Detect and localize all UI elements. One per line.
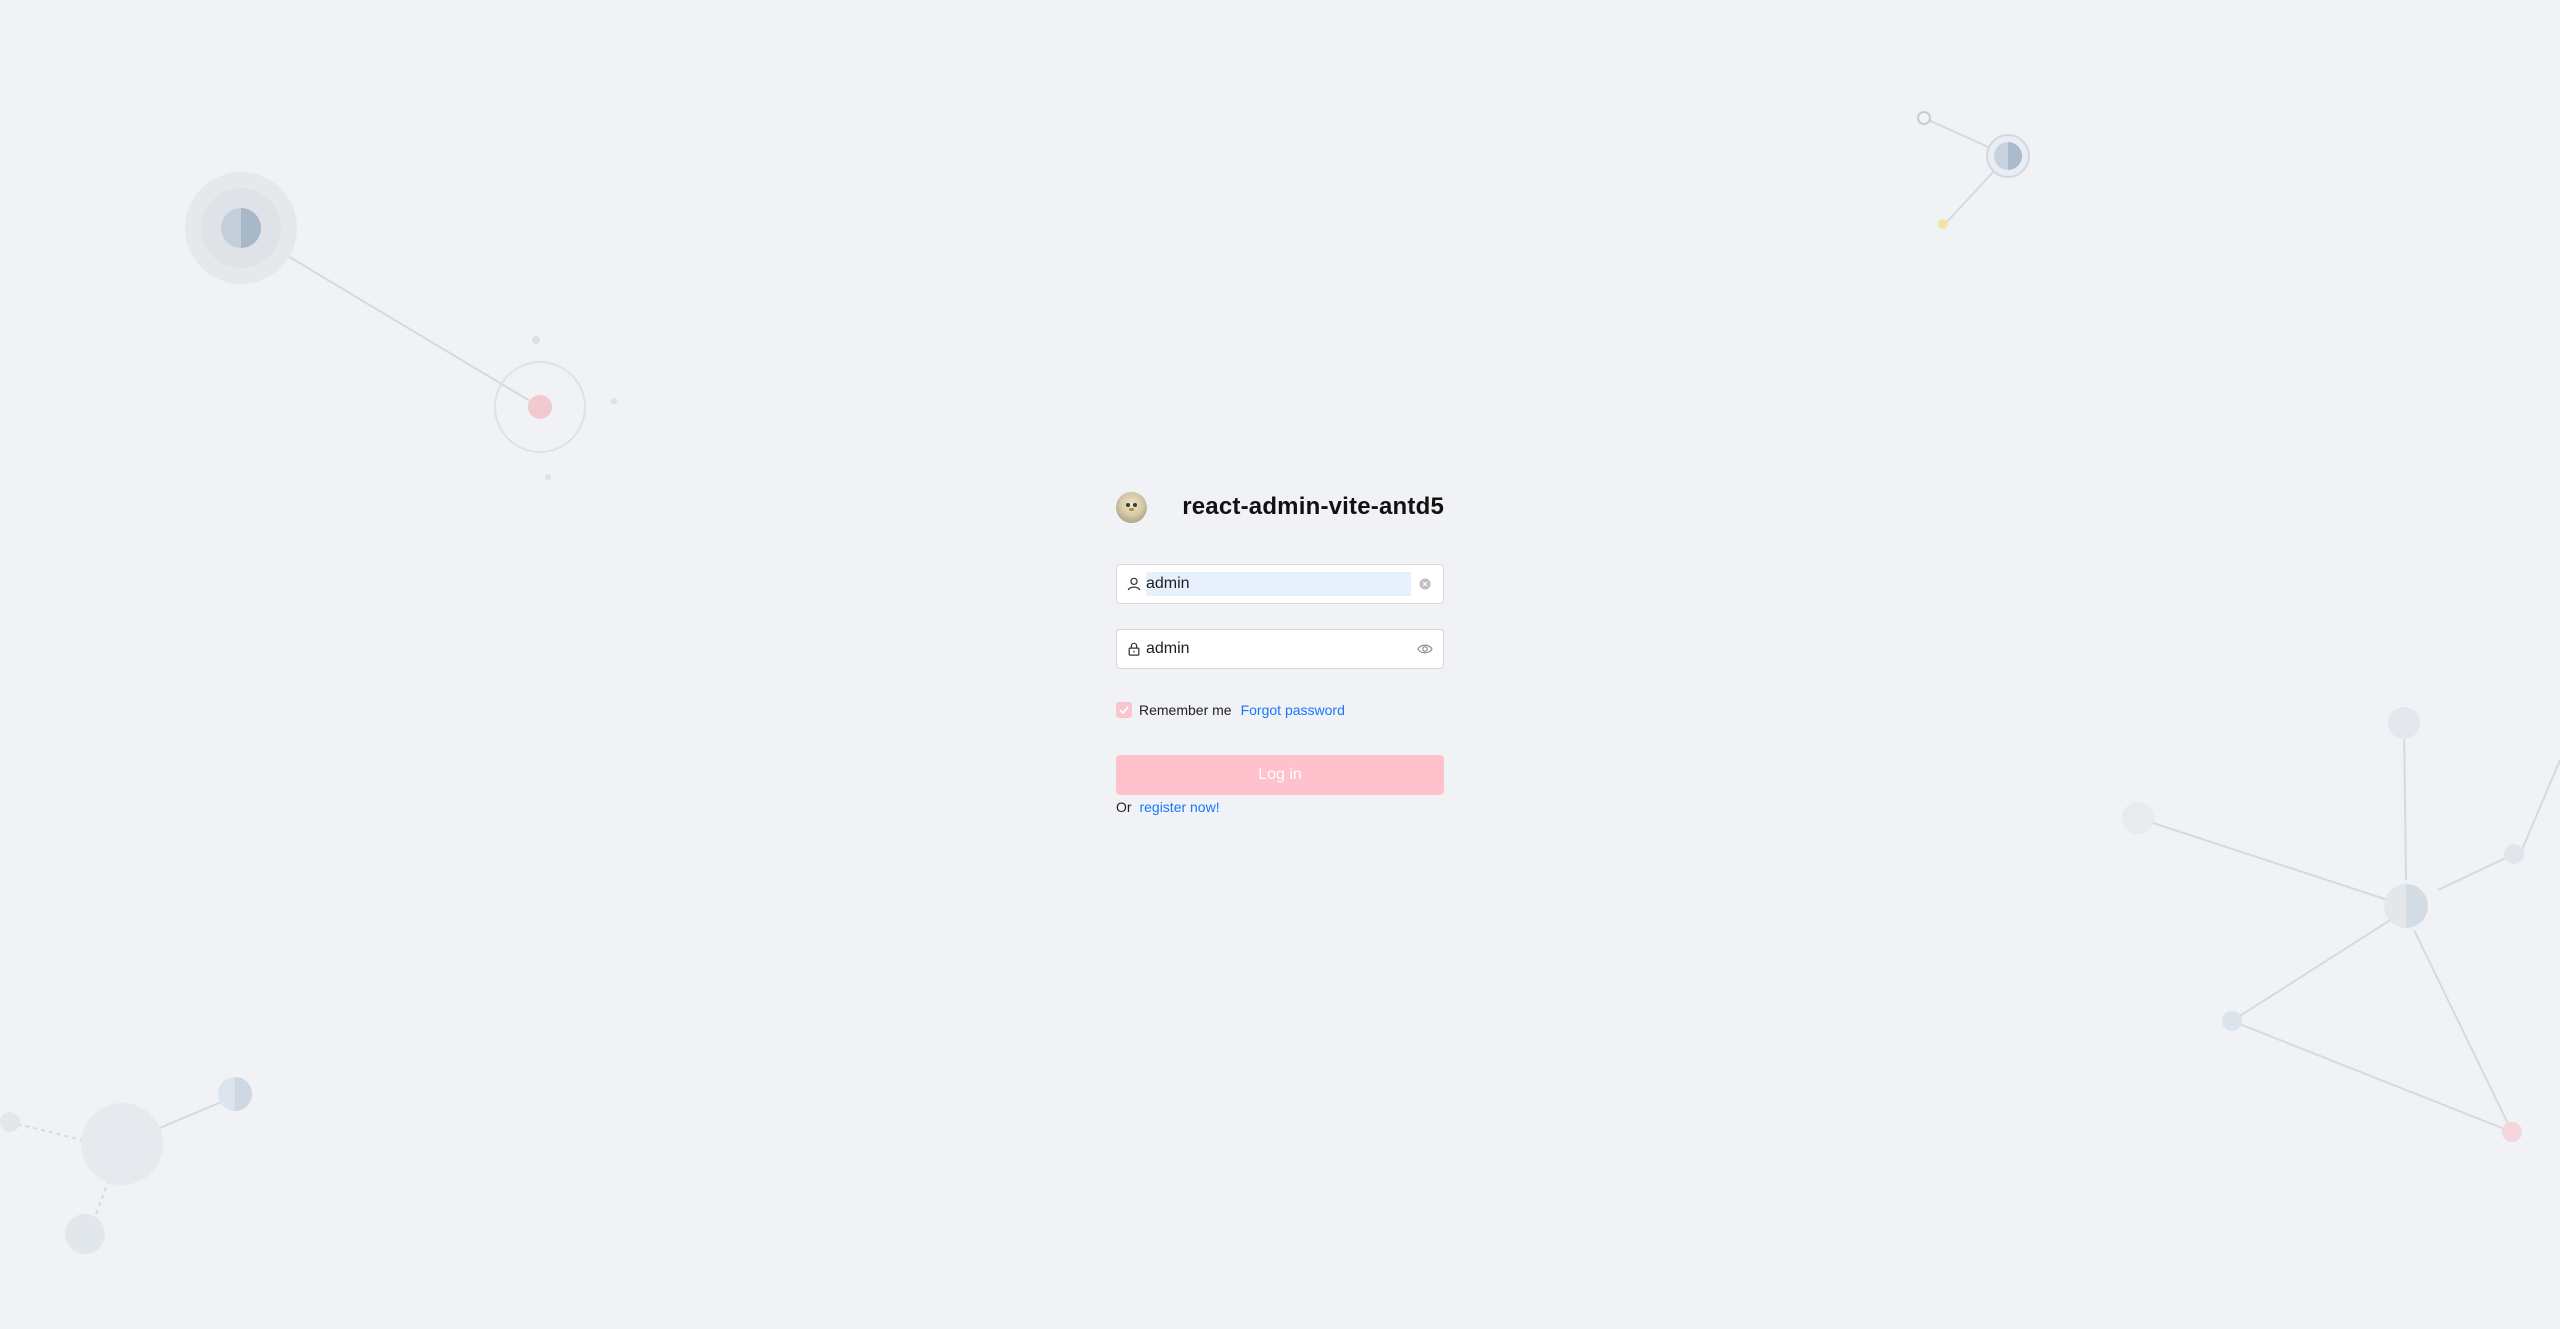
- remember-label[interactable]: Remember me: [1139, 702, 1232, 718]
- form-options: Remember me Forgot password: [1116, 702, 1345, 718]
- app-title: react-admin-vite-antd5: [1182, 493, 1444, 520]
- clear-icon[interactable]: [1417, 576, 1433, 592]
- remember-checkbox[interactable]: [1116, 702, 1132, 718]
- user-icon: [1127, 576, 1143, 592]
- bird-avatar-logo-icon: [1116, 491, 1147, 523]
- forgot-password-link[interactable]: Forgot password: [1241, 702, 1345, 718]
- brand-header: react-admin-vite-antd5: [1116, 490, 1444, 524]
- register-line: Or register now!: [1116, 799, 1220, 815]
- eye-icon[interactable]: [1417, 641, 1433, 657]
- login-form: react-admin-vite-antd5 admin admin Remem…: [1116, 490, 1444, 815]
- password-input[interactable]: admin: [1116, 629, 1444, 669]
- lock-icon: [1127, 641, 1143, 657]
- register-link[interactable]: register now!: [1139, 799, 1219, 815]
- register-prefix: Or: [1116, 799, 1132, 815]
- password-value[interactable]: admin: [1146, 637, 1411, 661]
- username-value[interactable]: admin: [1146, 572, 1411, 596]
- login-button[interactable]: Log in: [1116, 755, 1444, 795]
- username-input[interactable]: admin: [1116, 564, 1444, 604]
